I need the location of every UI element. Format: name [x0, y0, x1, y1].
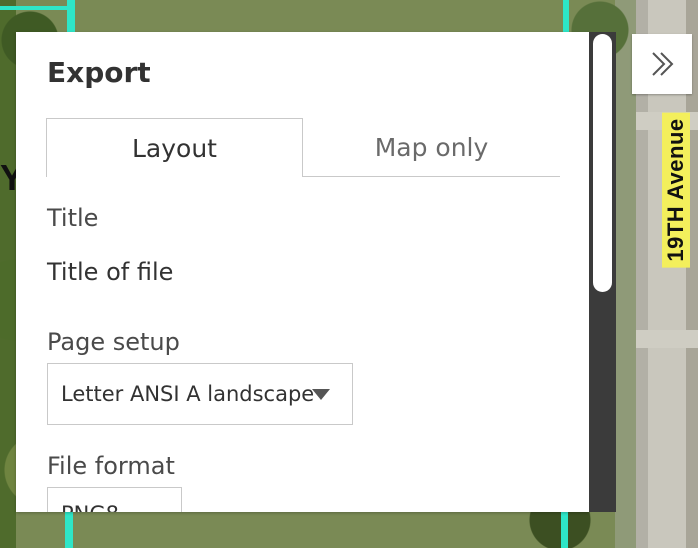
- export-tabs: Layout Map only: [46, 118, 560, 177]
- parcel-boundary: [563, 0, 569, 34]
- driveway: [636, 330, 698, 348]
- parcel-boundary: [561, 510, 568, 548]
- page-setup-value: Letter ANSI A landscape: [61, 382, 315, 406]
- scrollbar-thumb[interactable]: [593, 34, 612, 292]
- street-label: 19TH Avenue: [662, 112, 690, 268]
- tab-map-only[interactable]: Map only: [303, 118, 560, 177]
- export-panel: Export Layout Map only Title Title of fi…: [16, 32, 589, 512]
- parcel-boundary: [65, 510, 73, 548]
- title-input[interactable]: Title of file: [47, 258, 173, 286]
- panel-title: Export: [47, 56, 151, 89]
- tab-label: Map only: [374, 132, 489, 162]
- tab-layout[interactable]: Layout: [46, 118, 303, 177]
- parcel-boundary: [0, 6, 72, 10]
- double-chevron-right-icon: [652, 52, 674, 76]
- file-format-label: File format: [47, 452, 175, 480]
- tab-label: Layout: [132, 133, 217, 163]
- file-format-select[interactable]: PNG8: [47, 487, 182, 512]
- page-setup-select[interactable]: Letter ANSI A landscape: [47, 363, 353, 425]
- page-setup-label: Page setup: [47, 328, 180, 356]
- dropdown-arrow-icon: [312, 389, 330, 400]
- expand-widget-button[interactable]: [632, 34, 692, 94]
- panel-scrollbar[interactable]: [589, 32, 616, 512]
- title-field-label: Title: [47, 204, 99, 232]
- file-format-value: PNG8: [61, 502, 119, 512]
